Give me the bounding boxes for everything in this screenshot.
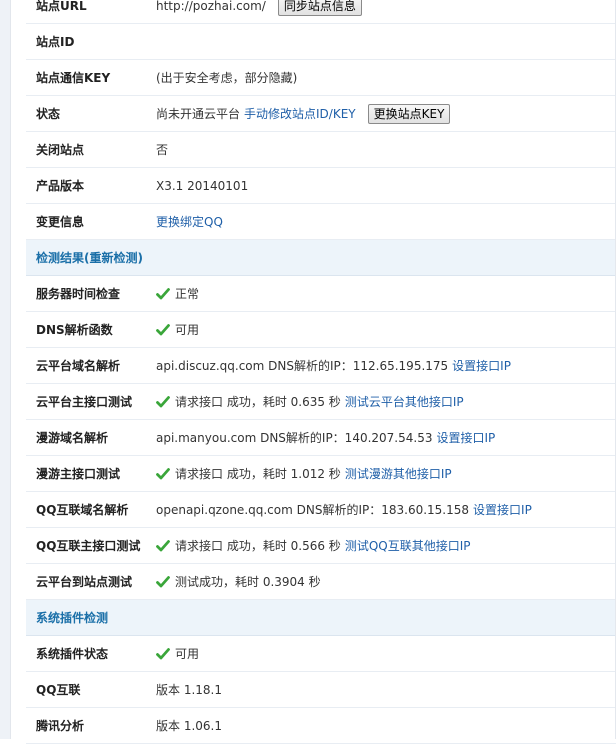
row-label: 站点通信KEY — [36, 71, 111, 85]
check-icon — [156, 467, 170, 479]
plugin-value: 版本 1.18.1 — [156, 683, 222, 697]
row-qq-main-interface: QQ互联主接口测试 请求接口 成功，耗时 0.566 秒 测试QQ互联其他接口I… — [26, 528, 616, 564]
row-label: 状态 — [36, 107, 61, 121]
section-title: 系统插件检测 — [36, 611, 109, 625]
change-site-key-button[interactable]: 更换站点KEY — [367, 103, 451, 124]
row-label: 系统插件状态 — [36, 647, 109, 661]
status-value: 尚未开通云平台 — [156, 107, 241, 121]
check-value: 请求接口 成功，耗时 1.012 秒 — [175, 467, 341, 481]
row-cloud-domain-resolve: 云平台域名解析 api.discuz.qq.com DNS解析的IP：112.6… — [26, 348, 616, 384]
row-label: 变更信息 — [36, 215, 85, 229]
close-site-value: 否 — [156, 143, 169, 157]
section-detection-results: 检测结果(重新检测) — [26, 240, 616, 276]
row-site-url: 站点URL http://pozhai.com/ 同步站点信息 — [26, 0, 616, 24]
row-label: 云平台到站点测试 — [36, 575, 133, 589]
check-icon — [156, 647, 170, 659]
check-value: api.manyou.com DNS解析的IP：140.207.54.53 — [156, 431, 433, 445]
check-value: api.discuz.qq.com DNS解析的IP：112.65.195.17… — [156, 359, 449, 373]
set-interface-ip-link[interactable]: 设置接口IP — [452, 357, 511, 374]
edit-site-id-key-link[interactable]: 手动修改站点ID/KEY — [244, 105, 356, 122]
sync-site-info-button[interactable]: 同步站点信息 — [277, 0, 362, 16]
section-plugin-detection: 系统插件检测 — [26, 600, 616, 636]
row-label: QQ互联 — [36, 683, 81, 697]
check-value: 测试成功，耗时 0.3904 秒 — [175, 575, 321, 589]
left-frame-strip — [0, 0, 11, 739]
site-url-value: http://pozhai.com/ — [156, 0, 266, 13]
set-interface-ip-link[interactable]: 设置接口IP — [473, 501, 532, 518]
row-manyou-domain-resolve: 漫游域名解析 api.manyou.com DNS解析的IP：140.207.5… — [26, 420, 616, 456]
check-value: 请求接口 成功，耗时 0.635 秒 — [175, 395, 341, 409]
row-qq-domain-resolve: QQ互联域名解析 openapi.qzone.qq.com DNS解析的IP：1… — [26, 492, 616, 528]
row-label: 服务器时间检查 — [36, 287, 121, 301]
test-qq-other-ip-link[interactable]: 测试QQ互联其他接口IP — [345, 537, 471, 554]
row-label: 云平台域名解析 — [36, 359, 121, 373]
cloud-platform-diagnostics-table: 站点URL http://pozhai.com/ 同步站点信息 站点ID 站点通… — [26, 0, 616, 744]
change-bound-qq-link[interactable]: 更换绑定QQ — [156, 213, 223, 230]
row-label: 产品版本 — [36, 179, 85, 193]
recheck-link[interactable]: (重新检测) — [84, 251, 143, 265]
row-label: 漫游域名解析 — [36, 431, 109, 445]
row-product-version: 产品版本 X3.1 20140101 — [26, 168, 616, 204]
row-change-info: 变更信息 更换绑定QQ — [26, 204, 616, 240]
row-cloud-main-interface: 云平台主接口测试 请求接口 成功，耗时 0.635 秒 测试云平台其他接口IP — [26, 384, 616, 420]
row-server-time-check: 服务器时间检查 正常 — [26, 276, 616, 312]
row-close-site: 关闭站点 否 — [26, 132, 616, 168]
row-site-key: 站点通信KEY (出于安全考虑，部分隐藏) — [26, 60, 616, 96]
check-value: openapi.qzone.qq.com DNS解析的IP：183.60.15.… — [156, 503, 470, 517]
site-key-value: (出于安全考虑，部分隐藏) — [156, 71, 298, 85]
row-site-id: 站点ID — [26, 24, 616, 60]
check-icon — [156, 575, 170, 587]
row-label: 站点URL — [36, 0, 87, 13]
check-icon — [156, 539, 170, 551]
row-label: 站点ID — [36, 35, 75, 49]
plugin-value: 可用 — [175, 647, 200, 661]
section-title: 检测结果 — [36, 251, 85, 265]
row-label: DNS解析函数 — [36, 323, 113, 337]
check-value: 正常 — [175, 287, 200, 301]
row-cloud-to-site-test: 云平台到站点测试 测试成功，耗时 0.3904 秒 — [26, 564, 616, 600]
row-label: QQ互联主接口测试 — [36, 539, 141, 553]
check-icon — [156, 287, 170, 299]
test-cloud-other-ip-link[interactable]: 测试云平台其他接口IP — [345, 393, 464, 410]
row-label: 腾讯分析 — [36, 719, 85, 733]
check-icon — [156, 395, 170, 407]
row-label: 关闭站点 — [36, 143, 85, 157]
row-qq-connect-plugin: QQ互联 版本 1.18.1 — [26, 672, 616, 708]
row-label: 云平台主接口测试 — [36, 395, 133, 409]
plugin-value: 版本 1.06.1 — [156, 719, 222, 733]
row-plugin-status: 系统插件状态 可用 — [26, 636, 616, 672]
check-value: 可用 — [175, 323, 200, 337]
check-value: 请求接口 成功，耗时 0.566 秒 — [175, 539, 341, 553]
row-label: 漫游主接口测试 — [36, 467, 121, 481]
row-dns-function: DNS解析函数 可用 — [26, 312, 616, 348]
check-icon — [156, 323, 170, 335]
set-interface-ip-link[interactable]: 设置接口IP — [436, 429, 495, 446]
row-manyou-main-interface: 漫游主接口测试 请求接口 成功，耗时 1.012 秒 测试漫游其他接口IP — [26, 456, 616, 492]
test-manyou-other-ip-link[interactable]: 测试漫游其他接口IP — [345, 465, 452, 482]
row-label: QQ互联域名解析 — [36, 503, 129, 517]
row-status: 状态 尚未开通云平台 手动修改站点ID/KEY 更换站点KEY — [26, 96, 616, 132]
product-version-value: X3.1 20140101 — [156, 178, 249, 193]
